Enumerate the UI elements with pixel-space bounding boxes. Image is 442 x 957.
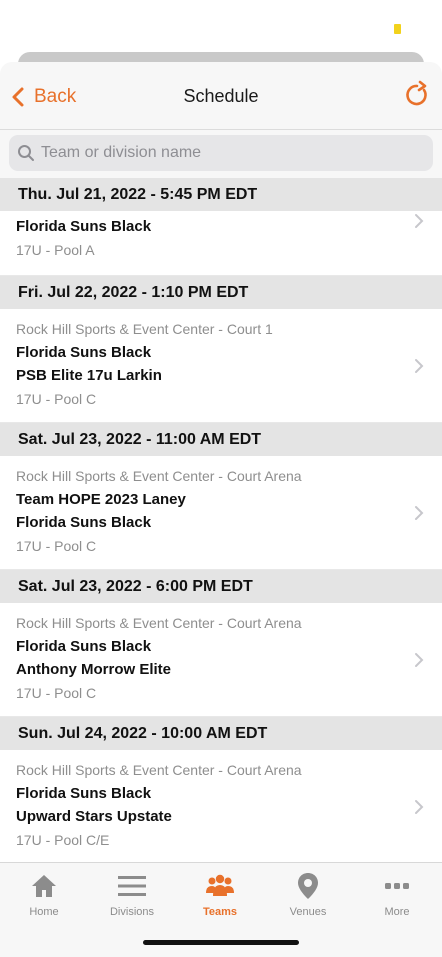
tab-label: Home xyxy=(29,906,59,918)
team-name: Florida Suns Black xyxy=(16,344,152,361)
team-name: Anthony Morrow Elite xyxy=(16,661,171,678)
game-row[interactable]: Rock Hill Sports & Event Center - Court … xyxy=(0,456,442,570)
tab-more[interactable]: More xyxy=(353,871,441,918)
refresh-icon[interactable] xyxy=(402,80,432,110)
game-row[interactable]: Rock Hill Sports & Event Center - Court … xyxy=(0,309,442,423)
tab-label: Divisions xyxy=(109,906,154,918)
team-name: Florida Suns Black xyxy=(16,638,152,655)
tab-label: More xyxy=(384,906,410,918)
day-header: Sun. Jul 24, 2022 - 10:00 AM EDT xyxy=(0,717,442,750)
status-bar xyxy=(0,0,442,52)
home-indicator xyxy=(143,940,299,945)
division-pool: 17U - Pool A xyxy=(16,242,95,258)
search-bar xyxy=(9,135,433,171)
chevron-right-icon xyxy=(415,800,424,814)
tab-divisions[interactable]: Divisions xyxy=(88,871,176,918)
users-icon xyxy=(206,874,234,896)
venue-name: Rock Hill Sports & Event Center - Court … xyxy=(16,615,302,631)
list-icon xyxy=(118,876,146,896)
game-row[interactable]: Rock Hill Sports & Event Center - Court … xyxy=(0,603,442,717)
chevron-right-icon xyxy=(415,214,424,228)
tab-label: Venues xyxy=(289,906,327,918)
home-icon xyxy=(32,875,56,897)
day-header: Thu. Jul 21, 2022 - 5:45 PM EDT xyxy=(0,178,442,211)
day-header: Fri. Jul 22, 2022 - 1:10 PM EDT xyxy=(0,276,442,309)
status-indicator-dot xyxy=(394,24,401,34)
division-pool: 17U - Pool C xyxy=(16,391,97,407)
day-header: Sat. Jul 23, 2022 - 11:00 AM EDT xyxy=(0,423,442,456)
venue-name: Rock Hill Sports & Event Center - Court … xyxy=(16,468,302,484)
tab-teams[interactable]: Teams xyxy=(176,871,264,918)
chevron-right-icon xyxy=(415,653,424,667)
team-name: PSB Elite 17u Larkin xyxy=(16,367,162,384)
search-icon xyxy=(18,145,34,161)
day-header: Sat. Jul 23, 2022 - 6:00 PM EDT xyxy=(0,570,442,603)
page-title: Schedule xyxy=(183,86,259,106)
venue-name: Rock Hill Sports & Event Center - Court … xyxy=(16,762,302,778)
team-name: Florida Suns Black xyxy=(16,514,152,531)
division-pool: 17U - Pool C xyxy=(16,538,97,554)
tab-venues[interactable]: Venues xyxy=(264,871,352,918)
tab-home[interactable]: Home xyxy=(0,871,88,918)
tab-label: Teams xyxy=(202,906,238,918)
search-container xyxy=(0,130,442,178)
team-name: Florida Suns Black xyxy=(16,218,152,235)
game-row[interactable]: Rock Hill Sports & Event Center - Court … xyxy=(0,750,442,864)
venue-name: Rock Hill Sports & Event Center - Court … xyxy=(16,321,273,337)
division-pool: 17U - Pool C/E xyxy=(16,832,110,848)
chevron-right-icon xyxy=(415,359,424,373)
division-pool: 17U - Pool C xyxy=(16,685,97,701)
game-row[interactable]: Florida Suns Black 17U - Pool A xyxy=(0,214,442,276)
navigation-bar: Back Schedule xyxy=(0,62,442,130)
team-name: Team HOPE 2023 Laney xyxy=(16,491,186,508)
search-input[interactable] xyxy=(41,144,421,162)
team-name: Upward Stars Upstate xyxy=(16,808,172,825)
more-dots-icon xyxy=(385,883,409,889)
schedule-list: Thu. Jul 21, 2022 - 5:45 PM EDT Florida … xyxy=(0,178,442,864)
team-name: Florida Suns Black xyxy=(16,785,152,802)
chevron-right-icon xyxy=(415,506,424,520)
location-pin-icon xyxy=(298,873,318,899)
